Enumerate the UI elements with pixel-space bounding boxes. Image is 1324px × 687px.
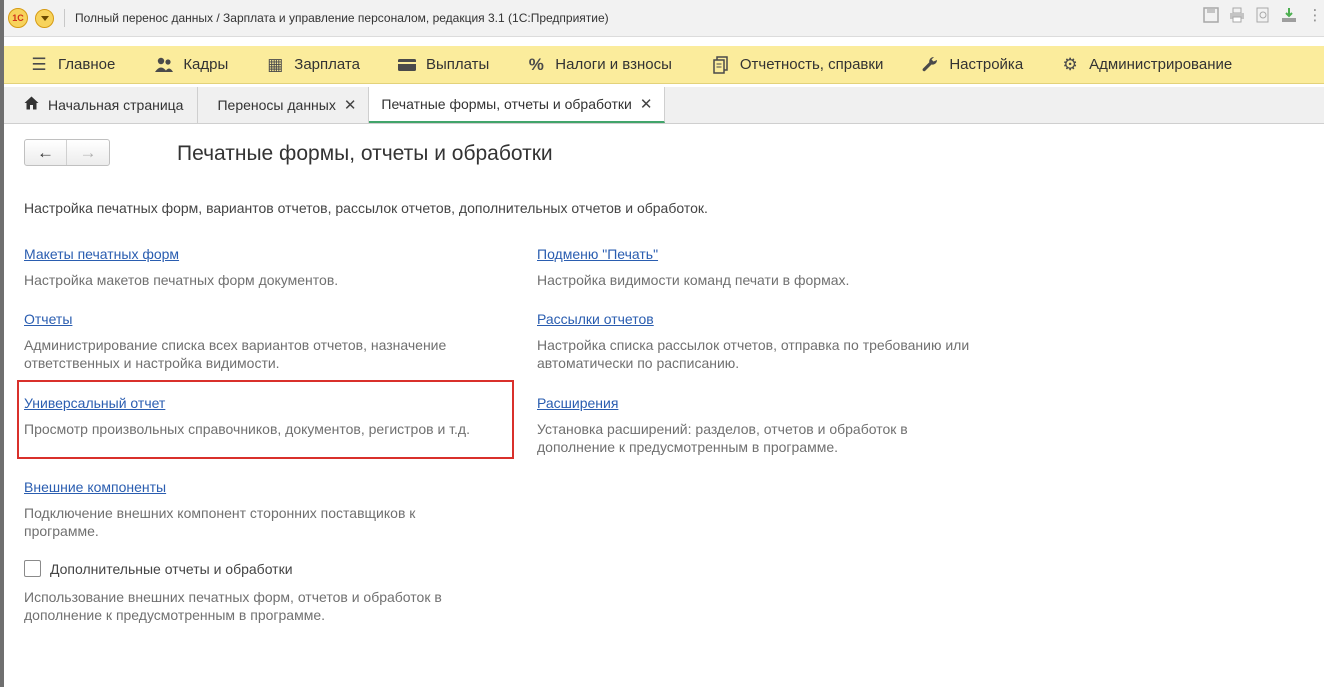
- extensions-description: Установка расширений: разделов, отчетов …: [537, 421, 908, 455]
- item-print-submenu: Подменю "Печать" Настройка видимости ком…: [537, 246, 1017, 289]
- section-settings[interactable]: Настройка: [919, 46, 1023, 83]
- arrow-left-icon: ←: [37, 142, 54, 162]
- section-salary[interactable]: ▦ Зарплата: [264, 46, 360, 83]
- section-main[interactable]: ☰ Главное: [28, 46, 115, 83]
- percent-icon: %: [528, 54, 544, 74]
- section-reporting-label: Отчетность, справки: [739, 56, 884, 73]
- section-settings-label: Настройка: [949, 56, 1024, 73]
- mailings-link[interactable]: Рассылки отчетов: [537, 311, 654, 327]
- item-reports: Отчеты Администрирование списка всех вар…: [24, 311, 504, 372]
- sections-panel: ☰ Главное Кадры ▦ Зарплата Выплаты % Нал…: [4, 46, 1324, 84]
- universal-report-description: Просмотр произвольных справочников, доку…: [24, 421, 470, 437]
- home-icon: [24, 96, 39, 114]
- wrench-icon: [919, 56, 941, 74]
- preview-icon[interactable]: [1254, 6, 1272, 24]
- print-submenu-link[interactable]: Подменю "Печать": [537, 246, 658, 262]
- wallet-icon: [396, 58, 418, 71]
- item-extensions: Расширения Установка расширений: раздело…: [537, 395, 1017, 456]
- section-administration[interactable]: ⚙ Администрирование: [1059, 46, 1233, 83]
- title-toolbar: ⋮: [1202, 6, 1324, 24]
- layouts-description: Настройка макетов печатных форм документ…: [24, 272, 339, 288]
- external-components-description: Подключение внешних компонент сторонних …: [24, 505, 416, 539]
- people-icon: [153, 57, 175, 73]
- download-icon[interactable]: [1280, 6, 1298, 24]
- extensions-link[interactable]: Расширения: [537, 395, 618, 411]
- section-salary-label: Зарплата: [294, 56, 360, 73]
- tab-data-transfers-label: Переносы данных: [217, 97, 336, 113]
- title-separator: [64, 9, 65, 27]
- forward-button[interactable]: →: [67, 140, 109, 165]
- page-title: Печатные формы, отчеты и обработки: [177, 142, 553, 165]
- section-taxes[interactable]: % Налоги и взносы: [525, 46, 672, 83]
- app-logo-1c: 1С: [8, 8, 28, 28]
- section-hr[interactable]: Кадры: [153, 46, 228, 83]
- additional-reports-option: Дополнительные отчеты и обработки: [24, 560, 293, 577]
- reports-link[interactable]: Отчеты: [24, 311, 72, 327]
- item-mailings: Рассылки отчетов Настройка списка рассыл…: [537, 311, 1017, 372]
- section-reporting[interactable]: Отчетность, справки: [710, 46, 883, 83]
- item-universal-report: Универсальный отчет Просмотр произвольны…: [24, 395, 504, 438]
- back-button[interactable]: ←: [25, 140, 67, 165]
- section-taxes-label: Налоги и взносы: [555, 56, 672, 73]
- tab-home-label: Начальная страница: [48, 97, 184, 113]
- print-icon[interactable]: [1228, 6, 1246, 24]
- item-external-components: Внешние компоненты Подключение внешних к…: [24, 479, 504, 540]
- tab-print-forms-label: Печатные формы, отчеты и обработки: [381, 96, 632, 112]
- external-components-link[interactable]: Внешние компоненты: [24, 479, 166, 495]
- chevron-down-icon: [40, 15, 49, 21]
- tab-data-transfers[interactable]: Переносы данных ✕: [198, 87, 370, 123]
- section-hr-label: Кадры: [183, 56, 229, 73]
- print-submenu-description: Настройка видимости команд печати в форм…: [537, 272, 850, 288]
- close-icon[interactable]: ✕: [640, 95, 653, 113]
- page-intro: Настройка печатных форм, вариантов отчет…: [24, 200, 708, 216]
- reports-description: Администрирование списка всех вариантов …: [24, 337, 447, 371]
- section-administration-label: Администрирование: [1089, 56, 1233, 73]
- arrow-right-icon: →: [79, 142, 97, 162]
- main-menu-button[interactable]: [35, 8, 54, 28]
- section-payments[interactable]: Выплаты: [396, 46, 489, 83]
- section-main-label: Главное: [58, 56, 116, 73]
- hamburger-menu-icon: ☰: [31, 54, 47, 74]
- title-bar: 1С Полный перенос данных / Зарплата и уп…: [4, 0, 1324, 37]
- tab-print-forms[interactable]: Печатные формы, отчеты и обработки ✕: [369, 87, 666, 123]
- universal-report-link[interactable]: Универсальный отчет: [24, 395, 165, 411]
- item-layouts: Макеты печатных форм Настройка макетов п…: [24, 246, 504, 289]
- calculator-icon: ▦: [267, 54, 284, 74]
- additional-reports-label[interactable]: Дополнительные отчеты и обработки: [50, 561, 293, 577]
- close-icon[interactable]: ✕: [344, 96, 357, 114]
- additional-reports-checkbox[interactable]: [24, 560, 41, 577]
- history-nav: ← →: [24, 139, 110, 166]
- additional-reports-description: Использование внешних печатных форм, отч…: [24, 589, 442, 623]
- open-tabs-bar: Начальная страница Переносы данных ✕ Печ…: [4, 87, 1324, 124]
- gear-icon: ⚙: [1062, 54, 1078, 74]
- more-icon[interactable]: ⋮: [1306, 6, 1324, 24]
- tab-home[interactable]: Начальная страница: [4, 87, 199, 123]
- save-icon[interactable]: [1202, 6, 1220, 24]
- layouts-link[interactable]: Макеты печатных форм: [24, 246, 179, 262]
- section-payments-label: Выплаты: [425, 56, 490, 73]
- mailings-description: Настройка списка рассылок отчетов, отпра…: [537, 337, 970, 371]
- window-title: Полный перенос данных / Зарплата и управ…: [75, 11, 609, 25]
- documents-icon: [710, 55, 732, 74]
